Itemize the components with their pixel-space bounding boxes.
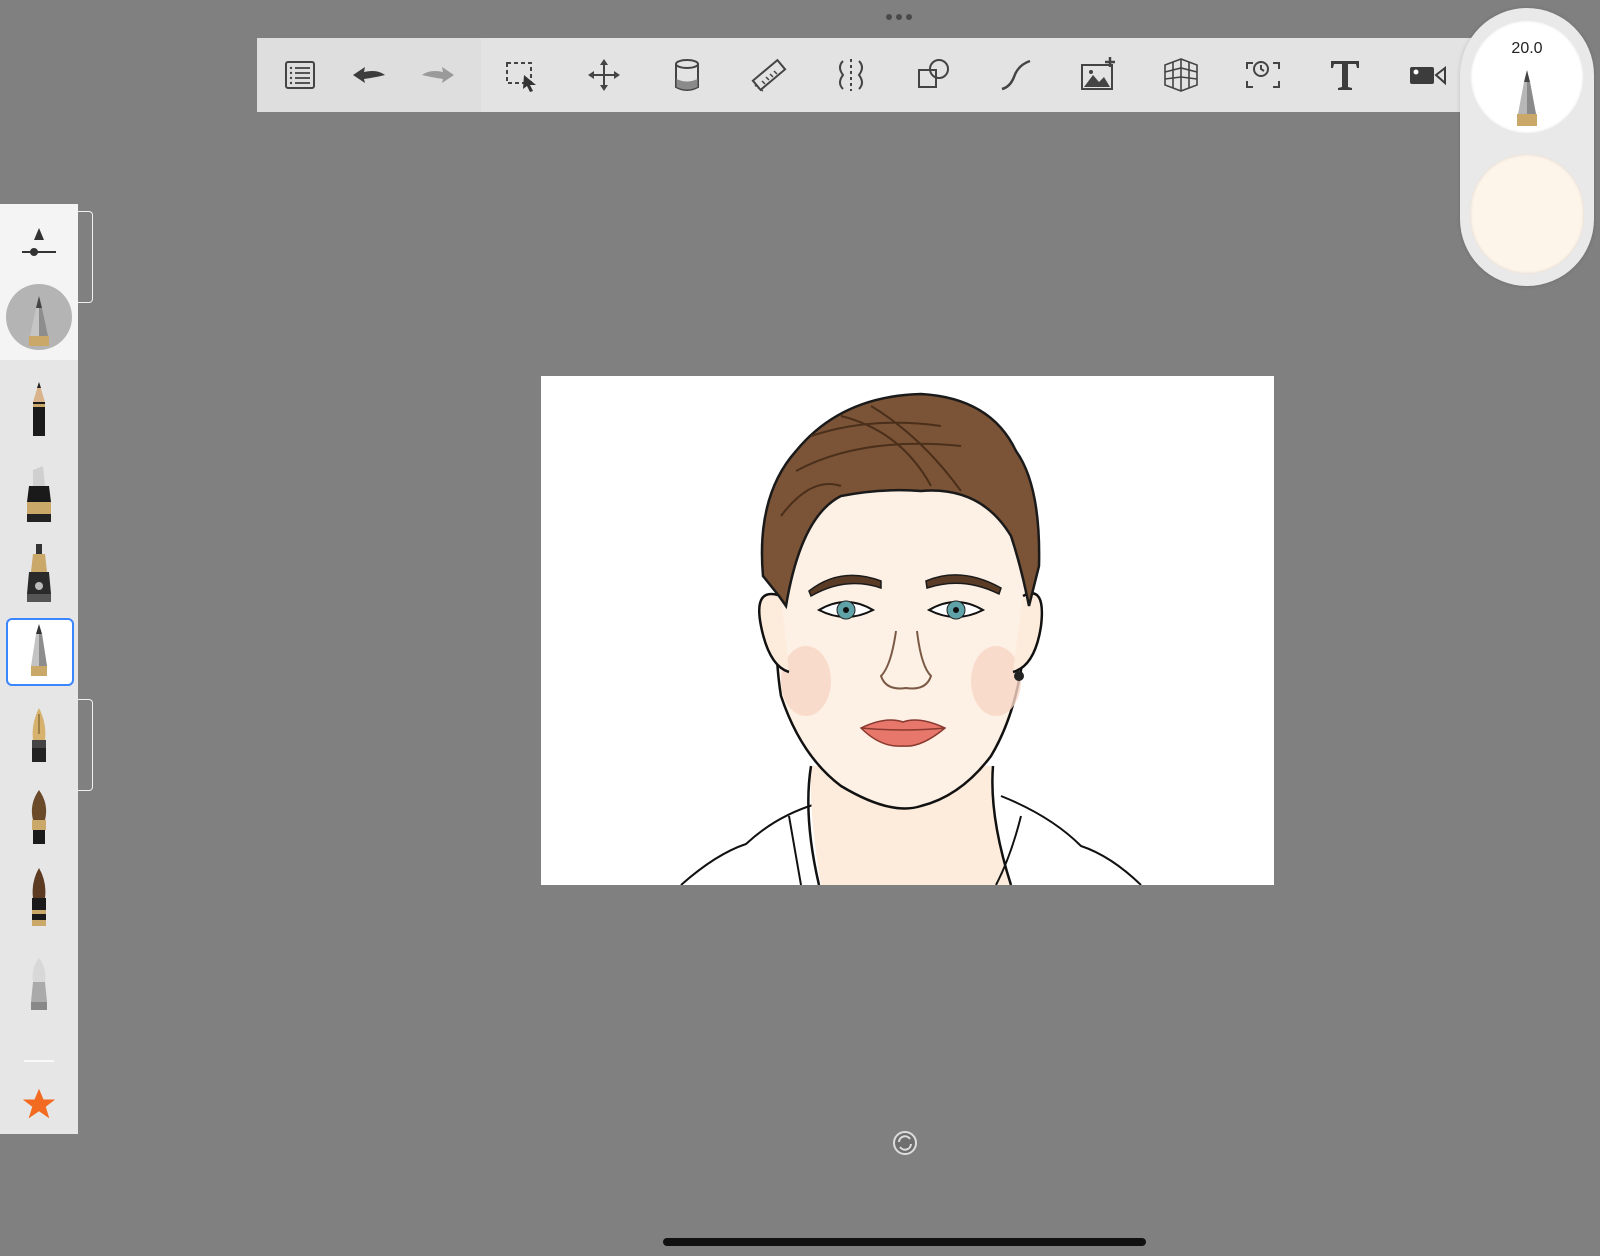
brush-palette: [0, 204, 78, 1134]
portrait-drawing: [680, 392, 1142, 885]
eraser-brush-icon[interactable]: [0, 944, 78, 1024]
ballpoint-brush-icon[interactable]: [0, 610, 78, 690]
text-tool-icon[interactable]: [1318, 48, 1372, 102]
brush-scroll-hint: [24, 1060, 54, 1062]
undo-icon[interactable]: [342, 48, 396, 102]
insert-image-icon[interactable]: [1071, 48, 1125, 102]
paintbrush-brush-icon[interactable]: [0, 778, 78, 858]
symmetry-icon[interactable]: [824, 48, 878, 102]
airbrush-brush-icon[interactable]: [0, 534, 78, 614]
selection-icon[interactable]: [495, 48, 549, 102]
redo-icon[interactable]: [411, 48, 465, 102]
home-indicator[interactable]: [663, 1238, 1146, 1246]
brush-panel-tab-top[interactable]: [78, 211, 93, 303]
marker-brush-icon[interactable]: [0, 454, 78, 534]
main-toolbar: [257, 38, 1475, 112]
brush-properties-icon[interactable]: [20, 224, 58, 260]
brush-size-value: 20.0: [1511, 40, 1543, 57]
shapes-icon[interactable]: [907, 48, 961, 102]
current-brush-puck[interactable]: [6, 284, 72, 350]
toolbar-handle[interactable]: [886, 14, 912, 20]
brush-library-icon[interactable]: [273, 48, 327, 102]
star-icon[interactable]: [0, 1064, 78, 1144]
drawing-canvas[interactable]: [541, 376, 1274, 885]
transform-move-icon[interactable]: [577, 48, 631, 102]
brush-panel-tab-bottom[interactable]: [78, 699, 93, 791]
perspective-grid-icon[interactable]: [1154, 48, 1208, 102]
time-lapse-icon[interactable]: [1236, 48, 1290, 102]
ballpoint-icon: [1517, 70, 1537, 126]
ruler-icon[interactable]: [742, 48, 796, 102]
fountain-pen-brush-icon[interactable]: [0, 696, 78, 776]
color-puck[interactable]: [1470, 154, 1584, 274]
brush-properties-panel: 20.0: [1460, 8, 1594, 286]
sync-icon[interactable]: [892, 1130, 918, 1156]
ink-brush-icon[interactable]: [0, 858, 78, 938]
pencil-brush-icon[interactable]: [0, 370, 78, 450]
brush-size-puck[interactable]: 20.0: [1470, 20, 1584, 134]
brush-puck-area: [0, 204, 78, 360]
stroke-curve-icon[interactable]: [989, 48, 1043, 102]
fill-bucket-icon[interactable]: [660, 48, 714, 102]
video-record-icon[interactable]: [1401, 48, 1455, 102]
